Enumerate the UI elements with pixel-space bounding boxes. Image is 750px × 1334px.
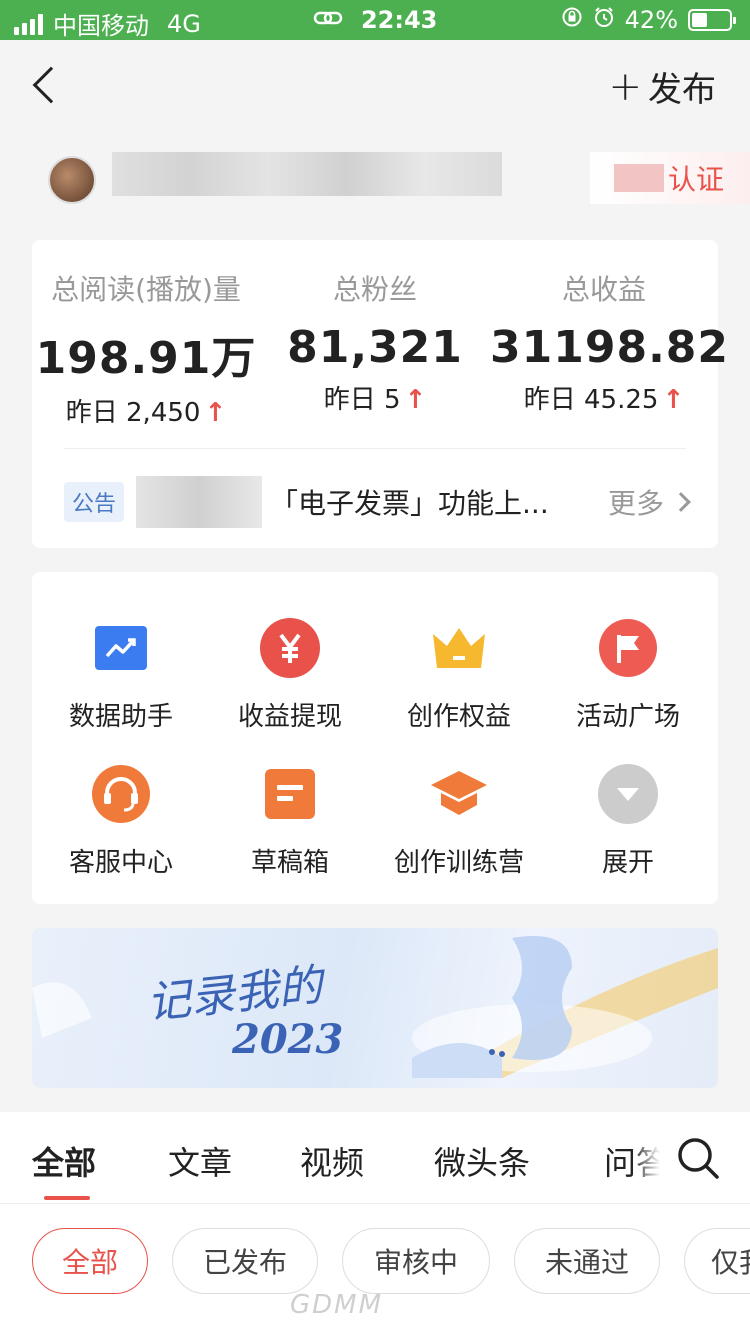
tool-label: 收益提现 bbox=[237, 702, 342, 732]
chevron-right-icon bbox=[671, 492, 691, 512]
stat-yesterday: 昨日 2,450 bbox=[65, 398, 201, 428]
filter-private[interactable]: 仅我可见 bbox=[684, 1228, 750, 1294]
search-button[interactable] bbox=[676, 1136, 720, 1180]
plus-icon: + bbox=[608, 63, 642, 110]
nav-bar: + 发布 bbox=[0, 40, 750, 132]
tab-micro-posts[interactable]: 微头条 bbox=[434, 1138, 530, 1184]
arrow-up-icon: ↑ bbox=[404, 385, 427, 415]
battery-icon bbox=[688, 9, 736, 31]
tab-all[interactable]: 全部 bbox=[32, 1138, 96, 1184]
blurred-verify-prefix bbox=[613, 164, 664, 192]
tools-grid: 数据助手 收益提现 创作权益 活动广场 客服中心 草稿箱 创作训练营 展开 bbox=[32, 572, 718, 904]
notice-bar[interactable]: 公告 「电子发票」功能上... 更多 bbox=[64, 476, 691, 528]
stat-yesterday: 昨日 5 bbox=[323, 385, 401, 415]
verify-badge[interactable]: 认证 bbox=[590, 152, 750, 204]
stat-value: 198.91万 bbox=[35, 333, 257, 384]
yuan-icon bbox=[260, 618, 320, 678]
clock-time: 22:43 bbox=[360, 6, 438, 34]
filter-published[interactable]: 已发布 bbox=[172, 1228, 318, 1294]
stat-total-fans[interactable]: 总粉丝 81,321 昨日 5 ↑ bbox=[261, 268, 489, 416]
battery-percent: 42% bbox=[624, 6, 678, 34]
active-tab-indicator bbox=[44, 1196, 90, 1200]
back-button[interactable] bbox=[28, 62, 70, 110]
graduation-cap-icon bbox=[429, 764, 489, 824]
tool-withdraw[interactable]: 收益提现 bbox=[205, 618, 375, 733]
rotation-lock-icon bbox=[561, 6, 583, 34]
publish-button[interactable]: + 发布 bbox=[608, 62, 716, 111]
promo-banner[interactable]: 记录我的 2023 bbox=[32, 928, 718, 1088]
crown-icon bbox=[429, 618, 489, 678]
tool-label: 展开 bbox=[601, 848, 654, 878]
alarm-icon bbox=[593, 6, 615, 34]
notice-more-link[interactable]: 更多 bbox=[607, 482, 691, 522]
tool-expand[interactable]: 展开 bbox=[543, 764, 713, 879]
stat-total-earnings[interactable]: 总收益 31198.82 昨日 45.25 ↑ bbox=[490, 268, 730, 416]
more-label: 更多 bbox=[607, 487, 664, 520]
content-tabs: 全部 文章 视频 微头条 问答 bbox=[0, 1112, 750, 1204]
stat-total-reads[interactable]: 总阅读(播放)量 198.91万 昨日 2,450 ↑ bbox=[32, 268, 260, 429]
banner-illustration bbox=[32, 936, 718, 1078]
tab-videos[interactable]: 视频 bbox=[300, 1138, 364, 1184]
stat-label: 总阅读(播放)量 bbox=[51, 273, 241, 306]
tool-label: 数据助手 bbox=[68, 702, 173, 732]
notice-tag: 公告 bbox=[64, 482, 125, 522]
tool-label: 客服中心 bbox=[68, 848, 173, 878]
user-row: 认证 bbox=[0, 150, 750, 210]
avatar[interactable] bbox=[48, 156, 96, 204]
status-bar: 中国移动 4G 22:43 42% bbox=[0, 0, 750, 40]
verify-label: 认证 bbox=[667, 163, 724, 196]
filter-rejected[interactable]: 未通过 bbox=[514, 1228, 660, 1294]
divider bbox=[64, 448, 686, 449]
headset-icon bbox=[91, 764, 151, 824]
banner-year: 2023 bbox=[232, 1016, 344, 1063]
publish-label: 发布 bbox=[648, 70, 716, 110]
tool-label: 创作权益 bbox=[406, 702, 511, 732]
chevron-left-icon bbox=[32, 66, 70, 104]
stat-label: 总收益 bbox=[561, 273, 646, 306]
stats-card: 总阅读(播放)量 198.91万 昨日 2,450 ↑ 总粉丝 81,321 昨日… bbox=[32, 240, 730, 548]
stat-value: 81,321 bbox=[287, 322, 463, 373]
tool-label: 活动广场 bbox=[575, 702, 680, 732]
stat-value: 31198.82 bbox=[490, 322, 730, 373]
blurred-username bbox=[112, 152, 502, 196]
tab-qa[interactable]: 问答 bbox=[604, 1138, 660, 1184]
filter-reviewing[interactable]: 审核中 bbox=[342, 1228, 490, 1294]
filter-all[interactable]: 全部 bbox=[32, 1228, 148, 1294]
tool-data-assistant[interactable]: 数据助手 bbox=[36, 618, 206, 733]
arrow-up-icon: ↑ bbox=[662, 385, 685, 415]
tool-label: 草稿箱 bbox=[250, 848, 329, 878]
arrow-up-icon: ↑ bbox=[204, 398, 227, 428]
tool-training-camp[interactable]: 创作训练营 bbox=[374, 764, 544, 879]
tool-activity-square[interactable]: 活动广场 bbox=[543, 618, 713, 733]
tool-creator-rights[interactable]: 创作权益 bbox=[374, 618, 544, 733]
tool-label: 创作训练营 bbox=[393, 848, 524, 878]
stat-label: 总粉丝 bbox=[332, 273, 417, 306]
notice-text: 「电子发票」功能上... bbox=[270, 487, 549, 520]
stat-yesterday: 昨日 45.25 bbox=[523, 385, 659, 415]
search-icon bbox=[678, 1138, 719, 1179]
blurred-notice-prefix bbox=[136, 476, 263, 528]
link-icon bbox=[313, 6, 343, 34]
draft-icon bbox=[260, 764, 320, 824]
chart-icon bbox=[91, 618, 151, 678]
expand-down-icon bbox=[598, 764, 658, 824]
flag-icon bbox=[598, 618, 658, 678]
tool-drafts[interactable]: 草稿箱 bbox=[205, 764, 375, 879]
watermark: GDMM bbox=[290, 1290, 384, 1320]
tool-customer-service[interactable]: 客服中心 bbox=[36, 764, 206, 879]
tab-articles[interactable]: 文章 bbox=[168, 1138, 232, 1184]
